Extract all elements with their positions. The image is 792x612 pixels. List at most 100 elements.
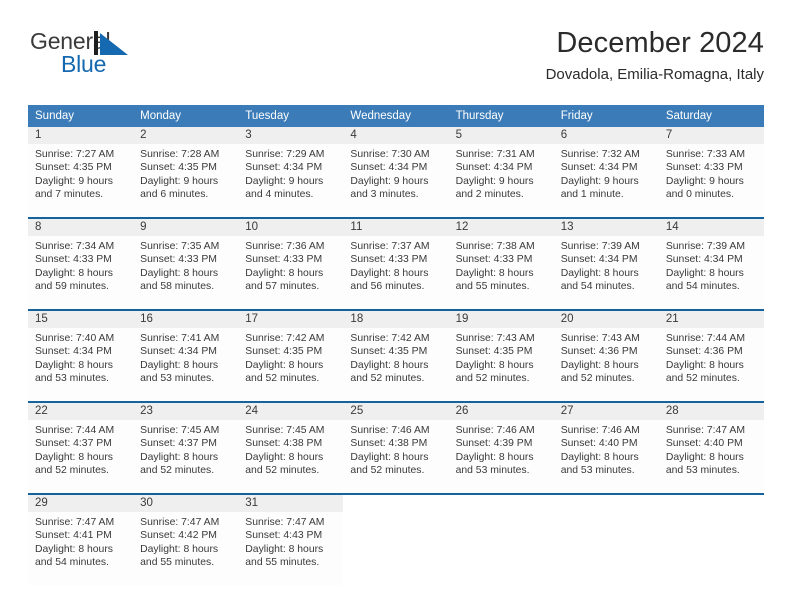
- day-sunset-text: Sunset: 4:35 PM: [455, 346, 533, 358]
- day-cell[interactable]: Sunrise: 7:46 AM Sunset: 4:38 PM Daylight:…: [343, 420, 449, 493]
- day-daylight1-text: Daylight: 8 hours: [245, 451, 324, 463]
- day-number[interactable]: 22: [28, 403, 134, 420]
- day-cell[interactable]: Sunrise: 7:38 AM Sunset: 4:33 PM Daylight:…: [448, 236, 554, 309]
- day-number[interactable]: 2: [133, 127, 239, 144]
- day-cell[interactable]: Sunrise: 7:43 AM Sunset: 4:35 PM Daylight:…: [448, 328, 554, 401]
- day-cell[interactable]: Sunrise: 7:34 AM Sunset: 4:33 PM Daylight:…: [28, 236, 134, 309]
- day-cell[interactable]: Sunrise: 7:42 AM Sunset: 4:35 PM Daylight:…: [238, 328, 344, 401]
- day-number[interactable]: 29: [28, 495, 134, 512]
- day-number[interactable]: 20: [553, 311, 659, 328]
- day-daylight1-text: Daylight: 8 hours: [140, 451, 219, 463]
- calendar-week-row: 15 16 17 18 19 20 21 Sunrise: 7:40 AM Sunset: 4:…: [28, 309, 764, 401]
- day-sunrise-text: Sunrise: 7:47 AM: [35, 517, 115, 528]
- day-cell[interactable]: Sunrise: 7:47 AM Sunset: 4:42 PM Daylight:…: [133, 512, 239, 585]
- day-cell-empty: [658, 512, 764, 585]
- day-number[interactable]: 10: [238, 219, 344, 236]
- day-number[interactable]: 1: [28, 127, 134, 144]
- day-cell[interactable]: Sunrise: 7:35 AM Sunset: 4:33 PM Daylight:…: [133, 236, 239, 309]
- day-number[interactable]: 30: [133, 495, 239, 512]
- weekday-header-friday: Friday: [560, 110, 593, 122]
- day-cell[interactable]: Sunrise: 7:45 AM Sunset: 4:37 PM Daylight:…: [133, 420, 239, 493]
- day-cell[interactable]: Sunrise: 7:36 AM Sunset: 4:33 PM Daylight:…: [238, 236, 344, 309]
- day-cell[interactable]: Sunrise: 7:27 AM Sunset: 4:35 PM Daylight:…: [28, 144, 134, 217]
- day-number[interactable]: 18: [343, 311, 449, 328]
- day-cell[interactable]: Sunrise: 7:46 AM Sunset: 4:39 PM Daylight:…: [448, 420, 554, 493]
- day-cell[interactable]: Sunrise: 7:47 AM Sunset: 4:43 PM Daylight:…: [238, 512, 344, 585]
- day-cell[interactable]: Sunrise: 7:31 AM Sunset: 4:34 PM Daylight:…: [448, 144, 554, 217]
- day-number[interactable]: 28: [658, 403, 764, 420]
- day-daylight1-text: Daylight: 9 hours: [455, 175, 534, 187]
- day-number[interactable]: 27: [553, 403, 659, 420]
- day-number[interactable]: 11: [343, 219, 449, 236]
- day-number[interactable]: 16: [133, 311, 239, 328]
- day-number[interactable]: 19: [448, 311, 554, 328]
- day-sunrise-text: Sunrise: 7:33 AM: [665, 149, 745, 160]
- day-number[interactable]: 6: [553, 127, 659, 144]
- weekday-header-monday: Monday: [140, 110, 182, 122]
- day-sunset-text: Sunset: 4:37 PM: [140, 438, 217, 450]
- day-cell[interactable]: Sunrise: 7:33 AM Sunset: 4:33 PM Daylight:…: [658, 144, 764, 217]
- day-daylight1-text: Daylight: 8 hours: [35, 451, 113, 463]
- day-cell[interactable]: Sunrise: 7:46 AM Sunset: 4:40 PM Daylight:…: [553, 420, 659, 493]
- day-sunrise-text: Sunrise: 7:34 AM: [35, 241, 115, 252]
- day-cell[interactable]: Sunrise: 7:30 AM Sunset: 4:34 PM Daylight:…: [343, 144, 449, 217]
- day-cell[interactable]: Sunrise: 7:47 AM Sunset: 4:41 PM Daylight:…: [28, 512, 134, 585]
- day-cell[interactable]: Sunrise: 7:43 AM Sunset: 4:36 PM Daylight:…: [553, 328, 659, 401]
- day-cell[interactable]: Sunrise: 7:39 AM Sunset: 4:34 PM Daylight:…: [553, 236, 659, 309]
- day-sunset-text: Sunset: 4:33 PM: [140, 254, 217, 266]
- day-number[interactable]: 9: [133, 219, 239, 236]
- day-number[interactable]: 21: [658, 311, 764, 328]
- day-sunset-text: Sunset: 4:41 PM: [35, 530, 112, 542]
- day-cell[interactable]: Sunrise: 7:28 AM Sunset: 4:35 PM Daylight:…: [133, 144, 239, 217]
- calendar-weeks: 1 2 3 4 5 6 7 Sunrise: 7:27 AM Sunset: 4:35 PM Da…: [28, 127, 764, 585]
- day-number[interactable]: 5: [448, 127, 554, 144]
- day-cell[interactable]: Sunrise: 7:40 AM Sunset: 4:34 PM Daylight:…: [28, 328, 134, 401]
- day-sunset-text: Sunset: 4:35 PM: [35, 162, 112, 174]
- day-daylight1-text: Daylight: 9 hours: [560, 175, 639, 187]
- day-cell[interactable]: Sunrise: 7:44 AM Sunset: 4:36 PM Daylight:…: [658, 328, 764, 401]
- day-number[interactable]: 24: [238, 403, 344, 420]
- day-sunrise-text: Sunrise: 7:27 AM: [35, 149, 115, 160]
- day-cell[interactable]: Sunrise: 7:47 AM Sunset: 4:40 PM Daylight:…: [658, 420, 764, 493]
- day-sunrise-text: Sunrise: 7:45 AM: [140, 425, 220, 436]
- day-daylight2-text: and 0 minutes.: [665, 189, 735, 201]
- day-sunrise-text: Sunrise: 7:46 AM: [455, 425, 535, 436]
- day-number[interactable]: 15: [28, 311, 134, 328]
- day-number[interactable]: 25: [343, 403, 449, 420]
- day-number[interactable]: 8: [28, 219, 134, 236]
- day-number[interactable]: 23: [133, 403, 239, 420]
- day-cell[interactable]: Sunrise: 7:39 AM Sunset: 4:34 PM Daylight:…: [658, 236, 764, 309]
- day-number[interactable]: 17: [238, 311, 344, 328]
- day-sunrise-text: Sunrise: 7:42 AM: [350, 333, 430, 344]
- day-number[interactable]: 31: [238, 495, 344, 512]
- calendar-grid: Sunday Monday Tuesday Wednesday Thursday Frid…: [28, 105, 764, 585]
- day-daylight1-text: Daylight: 9 hours: [35, 175, 113, 187]
- day-daylight1-text: Daylight: 8 hours: [140, 359, 219, 371]
- day-daylight2-text: and 2 minutes.: [455, 189, 524, 201]
- day-daylight1-text: Daylight: 8 hours: [35, 359, 113, 371]
- day-cell[interactable]: Sunrise: 7:37 AM Sunset: 4:33 PM Daylight:…: [343, 236, 449, 309]
- day-number[interactable]: 13: [553, 219, 659, 236]
- day-cell[interactable]: Sunrise: 7:45 AM Sunset: 4:38 PM Daylight:…: [238, 420, 344, 493]
- day-number[interactable]: 7: [658, 127, 764, 144]
- day-cell[interactable]: Sunrise: 7:32 AM Sunset: 4:34 PM Daylight:…: [553, 144, 659, 217]
- day-cell[interactable]: Sunrise: 7:44 AM Sunset: 4:37 PM Daylight:…: [28, 420, 134, 493]
- day-sunrise-text: Sunrise: 7:46 AM: [560, 425, 640, 436]
- day-cell[interactable]: Sunrise: 7:41 AM Sunset: 4:34 PM Daylight:…: [133, 328, 239, 401]
- day-daylight2-text: and 52 minutes.: [245, 465, 320, 477]
- day-cell[interactable]: Sunrise: 7:29 AM Sunset: 4:34 PM Daylight:…: [238, 144, 344, 217]
- day-number[interactable]: 14: [658, 219, 764, 236]
- day-sunset-text: Sunset: 4:33 PM: [665, 162, 743, 174]
- day-cell[interactable]: Sunrise: 7:42 AM Sunset: 4:35 PM Daylight:…: [343, 328, 449, 401]
- day-sunset-text: Sunset: 4:35 PM: [140, 162, 217, 174]
- day-number[interactable]: 12: [448, 219, 554, 236]
- brand-logo[interactable]: General Blue: [28, 26, 168, 82]
- day-sunrise-text: Sunrise: 7:44 AM: [35, 425, 115, 436]
- day-number[interactable]: 3: [238, 127, 344, 144]
- day-number[interactable]: 4: [343, 127, 449, 144]
- calendar-week-row: 22 23 24 25 26 27 28 Sunrise: 7:44 AM Sunset: 4:…: [28, 401, 764, 493]
- day-sunset-text: Sunset: 4:36 PM: [665, 346, 743, 358]
- day-daylight2-text: and 55 minutes.: [140, 557, 215, 569]
- day-number[interactable]: 26: [448, 403, 554, 420]
- day-sunrise-text: Sunrise: 7:39 AM: [665, 241, 745, 252]
